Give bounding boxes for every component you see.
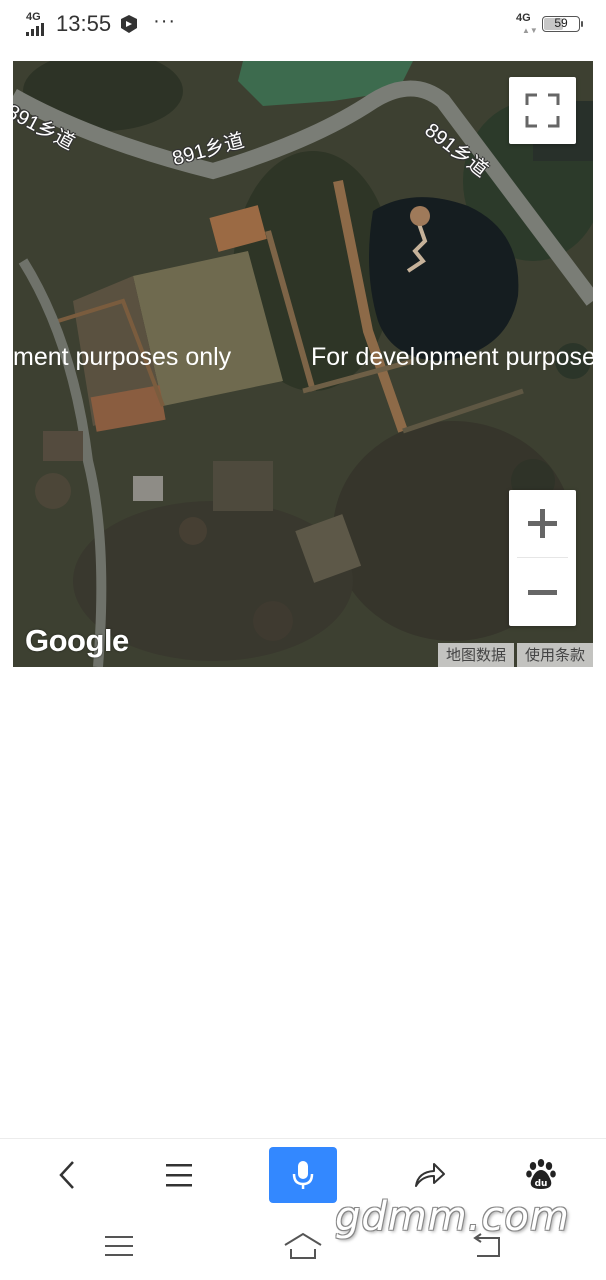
menu-icon (166, 1164, 192, 1187)
map-data-link[interactable]: 地图数据 (437, 643, 514, 667)
dev-watermark-left: ment purposes only (13, 343, 232, 371)
baidu-paw-icon: du (526, 1159, 556, 1189)
back-icon (59, 1161, 74, 1189)
app-notification-icon (121, 15, 138, 33)
svg-text:du: du (535, 1179, 548, 1189)
zoom-in-button[interactable] (509, 490, 576, 557)
signal-icon: 4G (24, 11, 52, 36)
site-watermark: gdmm.com (335, 1194, 570, 1240)
fullscreen-button[interactable] (509, 77, 576, 144)
minus-icon (528, 590, 557, 595)
page: 4G 13:55 ··· 4G ▲▼ 59 891乡道 891乡道 891乡道 … (0, 0, 606, 1280)
back-button[interactable] (34, 1147, 102, 1203)
menu-button[interactable] (145, 1147, 213, 1203)
status-right: 4G ▲▼ 59 (516, 12, 583, 36)
dev-watermark-right: For development purpose (311, 343, 593, 371)
clock: 13:55 (56, 11, 112, 36)
home-icon (284, 1232, 322, 1259)
battery-level: 59 (554, 16, 568, 30)
google-logo: Google (25, 623, 129, 658)
menu-icon (105, 1236, 133, 1256)
map-attribution: 地图数据 使用条款 (437, 643, 593, 667)
network-type: 4G (26, 11, 41, 23)
plus-icon (528, 509, 557, 538)
terms-of-use-link[interactable]: 使用条款 (516, 643, 593, 667)
network-right-icon: 4G ▲▼ (516, 12, 538, 35)
zoom-divider (517, 557, 568, 558)
zoom-out-button[interactable] (509, 559, 576, 626)
map-view[interactable]: 891乡道 891乡道 891乡道 ment purposes only For… (13, 61, 593, 667)
zoom-control (509, 490, 576, 626)
battery-icon: 59 (542, 16, 583, 32)
voice-search-button[interactable] (269, 1147, 337, 1203)
share-icon (415, 1163, 445, 1187)
home-button[interactable] (278, 1226, 328, 1266)
recent-apps-button[interactable] (94, 1226, 144, 1266)
fullscreen-icon (525, 93, 560, 128)
more-notifications-icon: ··· (153, 9, 177, 32)
network-right-label: 4G (516, 12, 531, 24)
status-left: 4G 13:55 ··· (24, 10, 176, 38)
microphone-icon (292, 1161, 314, 1189)
status-bar: 4G 13:55 ··· 4G ▲▼ 59 (0, 0, 606, 48)
